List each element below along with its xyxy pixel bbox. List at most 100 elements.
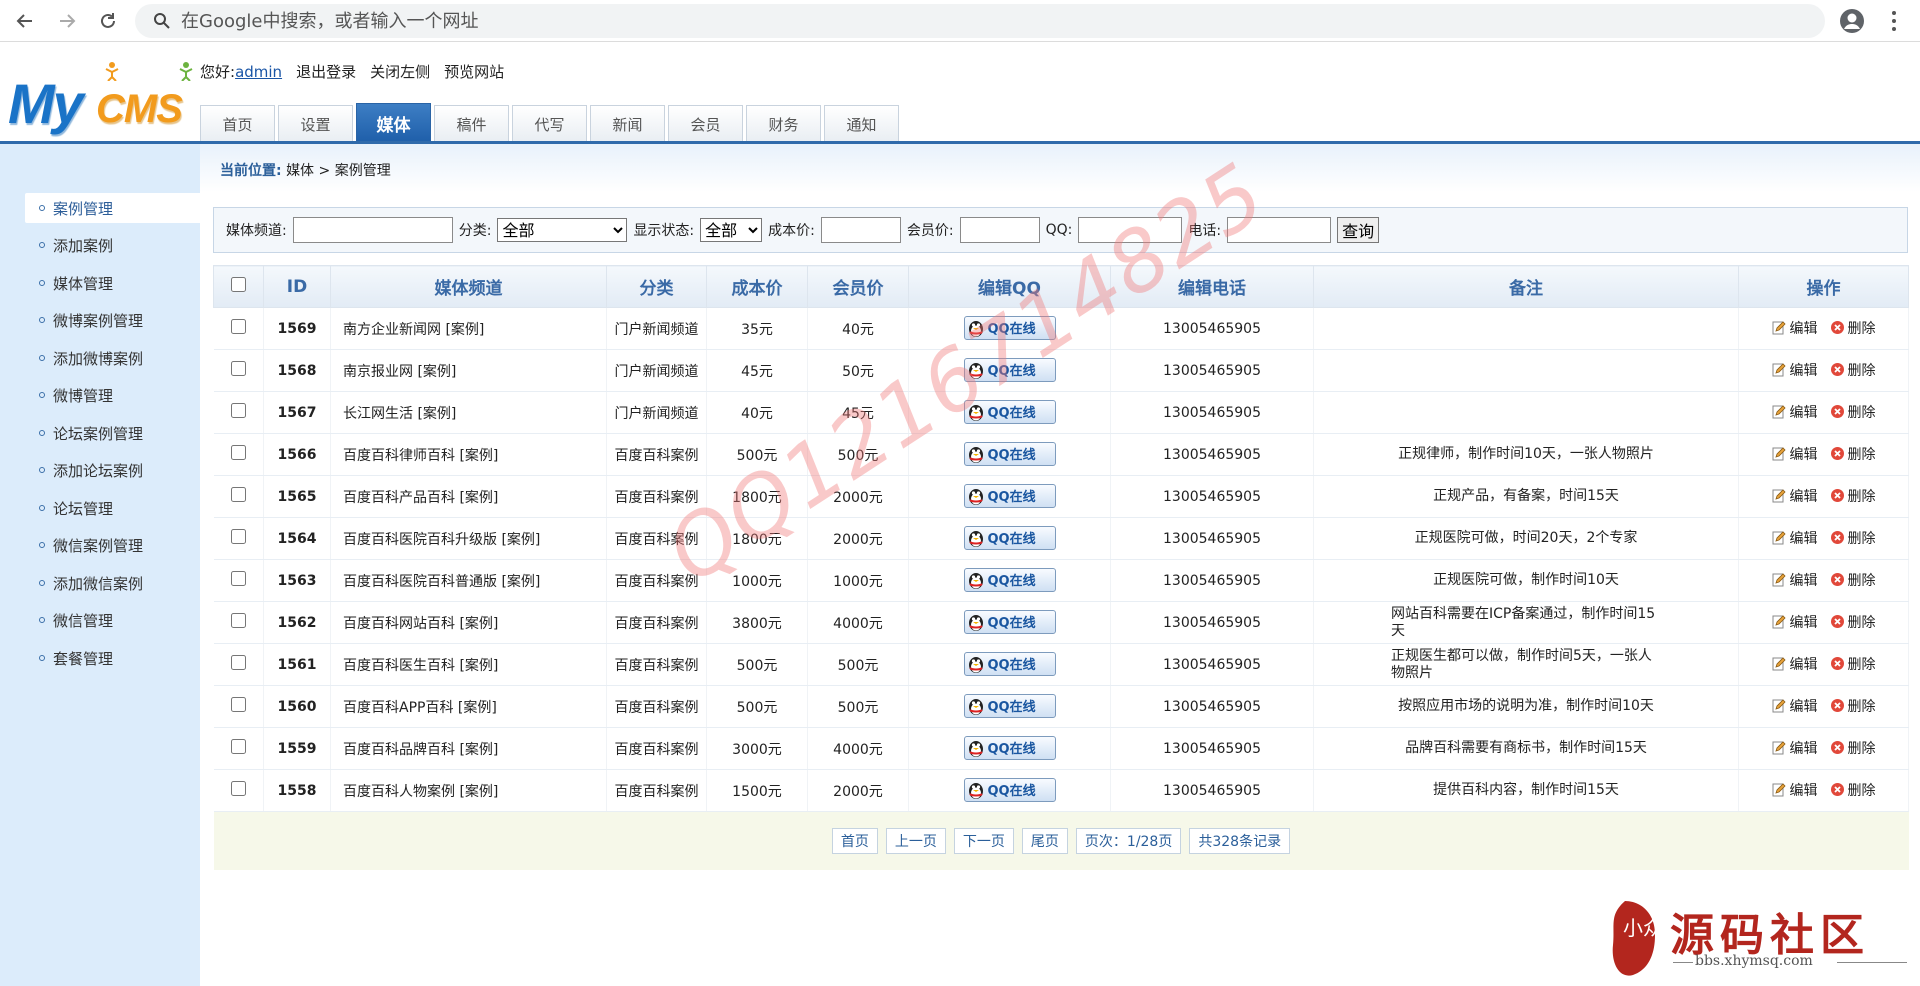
pager-last-button[interactable]: 尾页 xyxy=(1021,827,1068,854)
qq-online-button[interactable]: QQ在线 xyxy=(963,567,1056,592)
menu-kebab-icon[interactable] xyxy=(1882,6,1906,36)
delete-button[interactable]: 删除 xyxy=(1830,318,1876,338)
row-actions: 编辑 删除 xyxy=(1738,769,1909,812)
tab-7[interactable]: 财务 xyxy=(746,105,821,143)
row-checkbox[interactable] xyxy=(230,571,246,586)
tab-2[interactable]: 媒体 xyxy=(356,103,431,143)
row-checkbox[interactable] xyxy=(230,613,246,628)
qq-online-button[interactable]: QQ在线 xyxy=(963,777,1056,802)
row-checkbox[interactable] xyxy=(230,445,246,460)
phone-input[interactable] xyxy=(1227,217,1332,243)
delete-button[interactable]: 删除 xyxy=(1830,780,1876,800)
edit-button[interactable]: 编辑 xyxy=(1772,444,1818,464)
query-button[interactable]: 查询 xyxy=(1337,217,1380,243)
row-checkbox[interactable] xyxy=(230,319,246,334)
edit-button[interactable]: 编辑 xyxy=(1772,738,1818,758)
tab-0[interactable]: 首页 xyxy=(200,105,275,143)
logout-link[interactable]: 退出登录 xyxy=(296,61,356,82)
preview-site-link[interactable]: 预览网站 xyxy=(444,61,504,82)
sidebar-item-0[interactable]: 案例管理 xyxy=(25,193,200,223)
edit-button[interactable]: 编辑 xyxy=(1772,570,1818,590)
sidebar-item-2[interactable]: 媒体管理 xyxy=(25,268,200,298)
sidebar-item-8[interactable]: 论坛管理 xyxy=(25,493,200,523)
qq-online-button[interactable]: QQ在线 xyxy=(963,693,1056,718)
delete-button[interactable]: 删除 xyxy=(1830,444,1876,464)
username-link[interactable]: admin xyxy=(235,63,282,81)
qq-online-button[interactable]: QQ在线 xyxy=(963,315,1056,340)
sidebar-item-12[interactable]: 套餐管理 xyxy=(25,643,200,673)
tab-8[interactable]: 通知 xyxy=(824,105,899,143)
display-status-select[interactable]: 全部 xyxy=(700,218,763,242)
delete-button[interactable]: 删除 xyxy=(1830,696,1876,716)
category-select[interactable]: 全部 xyxy=(497,218,628,242)
qq-online-button[interactable]: QQ在线 xyxy=(963,735,1056,760)
row-checkbox[interactable] xyxy=(230,529,246,544)
edit-button[interactable]: 编辑 xyxy=(1772,780,1818,800)
profile-icon[interactable] xyxy=(1837,6,1867,36)
row-qq-cell: QQ在线 xyxy=(908,685,1111,728)
sidebar-item-4[interactable]: 添加微博案例 xyxy=(25,343,200,373)
reload-icon[interactable] xyxy=(93,6,123,36)
edit-button[interactable]: 编辑 xyxy=(1772,486,1818,506)
delete-button[interactable]: 删除 xyxy=(1830,738,1876,758)
channel-input[interactable] xyxy=(292,217,453,243)
row-checkbox[interactable] xyxy=(230,361,246,376)
row-note-cell: 提供百科内容，制作时间15天 xyxy=(1313,769,1739,812)
row-checkbox[interactable] xyxy=(230,739,246,754)
cost-input[interactable] xyxy=(820,217,901,243)
pager-next-button[interactable]: 下一页 xyxy=(953,827,1014,854)
sidebar-item-1[interactable]: 添加案例 xyxy=(25,230,200,260)
delete-button[interactable]: 删除 xyxy=(1830,528,1876,548)
delete-icon xyxy=(1830,615,1844,629)
tab-1[interactable]: 设置 xyxy=(278,105,353,143)
tab-3[interactable]: 稿件 xyxy=(434,105,509,143)
sidebar-item-11[interactable]: 微信管理 xyxy=(25,605,200,635)
tab-6[interactable]: 会员 xyxy=(668,105,743,143)
delete-button[interactable]: 删除 xyxy=(1830,654,1876,674)
qq-input[interactable] xyxy=(1078,217,1183,243)
edit-button[interactable]: 编辑 xyxy=(1772,696,1818,716)
address-input[interactable] xyxy=(181,10,1681,32)
row-qq-cell: QQ在线 xyxy=(908,475,1111,518)
pager-page-info: 页次：1/28页 xyxy=(1075,827,1182,854)
sidebar-item-9[interactable]: 微信案例管理 xyxy=(25,530,200,560)
row-checkbox[interactable] xyxy=(230,697,246,712)
edit-button[interactable]: 编辑 xyxy=(1772,528,1818,548)
row-checkbox[interactable] xyxy=(230,403,246,418)
tab-4[interactable]: 代写 xyxy=(512,105,587,143)
qq-online-button[interactable]: QQ在线 xyxy=(963,357,1056,382)
sidebar-item-5[interactable]: 微博管理 xyxy=(25,380,200,410)
qq-online-button[interactable]: QQ在线 xyxy=(963,483,1056,508)
delete-button[interactable]: 删除 xyxy=(1830,570,1876,590)
qq-online-button[interactable]: QQ在线 xyxy=(963,609,1056,634)
qq-online-button[interactable]: QQ在线 xyxy=(963,651,1056,676)
delete-button[interactable]: 删除 xyxy=(1830,402,1876,422)
close-left-link[interactable]: 关闭左侧 xyxy=(370,61,430,82)
forward-arrow-icon[interactable] xyxy=(52,6,82,36)
edit-button[interactable]: 编辑 xyxy=(1772,402,1818,422)
tab-5[interactable]: 新闻 xyxy=(590,105,665,143)
row-checkbox[interactable] xyxy=(230,781,246,796)
back-arrow-icon[interactable] xyxy=(10,6,40,36)
address-bar[interactable] xyxy=(135,4,1825,38)
select-all-checkbox[interactable] xyxy=(231,276,246,292)
qq-online-button[interactable]: QQ在线 xyxy=(963,441,1056,466)
delete-button[interactable]: 删除 xyxy=(1830,486,1876,506)
delete-button[interactable]: 删除 xyxy=(1830,612,1876,632)
edit-button[interactable]: 编辑 xyxy=(1772,318,1818,338)
row-checkbox[interactable] xyxy=(230,487,246,502)
row-checkbox[interactable] xyxy=(230,655,246,670)
sidebar-item-3[interactable]: 微博案例管理 xyxy=(25,305,200,335)
edit-button[interactable]: 编辑 xyxy=(1772,360,1818,380)
pager-prev-button[interactable]: 上一页 xyxy=(885,827,946,854)
sidebar-item-7[interactable]: 添加论坛案例 xyxy=(25,455,200,485)
edit-button[interactable]: 编辑 xyxy=(1772,654,1818,674)
pager-first-button[interactable]: 首页 xyxy=(831,827,878,854)
qq-online-button[interactable]: QQ在线 xyxy=(963,399,1056,424)
member-price-input[interactable] xyxy=(959,217,1040,243)
sidebar-item-6[interactable]: 论坛案例管理 xyxy=(25,418,200,448)
delete-button[interactable]: 删除 xyxy=(1830,360,1876,380)
sidebar-item-10[interactable]: 添加微信案例 xyxy=(25,568,200,598)
qq-online-button[interactable]: QQ在线 xyxy=(963,525,1056,550)
edit-button[interactable]: 编辑 xyxy=(1772,612,1818,632)
